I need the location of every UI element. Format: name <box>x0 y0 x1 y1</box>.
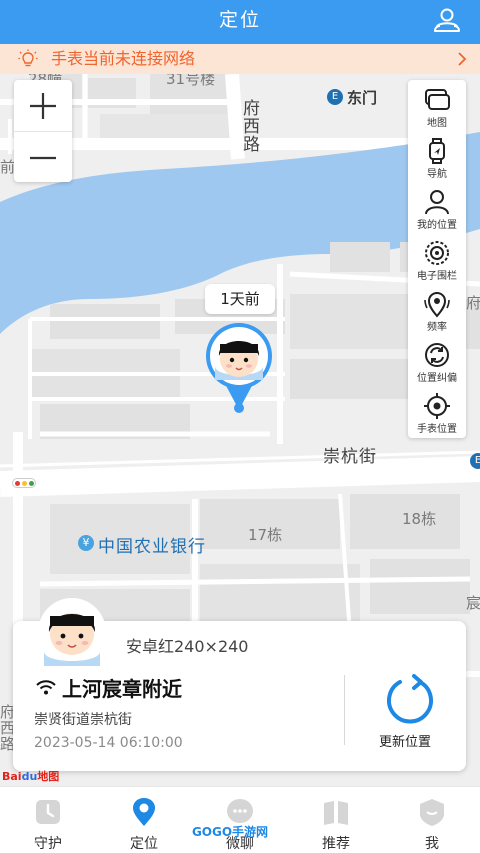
location-street: 崇贤街道崇杭街 <box>34 712 132 728</box>
map-label-building-18: 18栋 <box>402 510 437 528</box>
nav-item-me[interactable]: 我 <box>384 787 480 853</box>
user-location-icon[interactable] <box>432 7 462 35</box>
plus-icon <box>30 93 56 119</box>
nav-label: 定位 <box>130 836 158 852</box>
metro-icon: E <box>327 89 343 105</box>
nav-label: 推荐 <box>322 836 350 852</box>
tool-label: 我的位置 <box>417 220 457 231</box>
refresh-icon[interactable] <box>384 674 436 726</box>
zoom-in-button[interactable] <box>14 80 72 131</box>
profile-icon <box>420 799 444 826</box>
map-label-chen: 宸 <box>466 594 480 612</box>
map-label-fuxi-road-side: 府西路 <box>0 703 16 753</box>
tool-my-location[interactable]: 我的位置 <box>408 182 466 233</box>
bank-icon: ¥ <box>78 535 94 551</box>
map-layers-icon <box>425 89 450 110</box>
app-header: 定位 <box>0 0 480 44</box>
nav-item-guard[interactable]: 守护 <box>0 787 96 853</box>
traffic-light-icon <box>12 478 36 488</box>
map-label-fu: 府 <box>466 294 480 312</box>
network-warning-banner[interactable]: 手表当前未连接网络 <box>0 44 480 74</box>
site-watermark: GOGO手游网 <box>191 825 269 839</box>
map-label-chonghang-street: 崇杭街 <box>323 447 377 467</box>
tool-location-correction[interactable]: 位置纠偏 <box>408 335 466 386</box>
page-title: 定位 <box>218 9 261 31</box>
metro-icon: E <box>470 453 480 469</box>
location-timestamp: 2023-05-14 06:10:00 <box>34 735 183 751</box>
tool-label: 导航 <box>427 169 447 180</box>
location-place: 上河宸章附近 <box>62 677 182 701</box>
location-pin-icon <box>133 798 155 826</box>
tool-geofence[interactable]: 电子围栏 <box>408 233 466 284</box>
recommend-icon <box>324 801 348 825</box>
frequency-pin-icon <box>424 291 450 318</box>
map-label-qian: 前 <box>0 158 16 176</box>
my-location-person-icon <box>425 190 449 215</box>
location-correction-icon <box>425 343 449 367</box>
zoom-out-button[interactable] <box>14 131 72 182</box>
tool-label: 手表位置 <box>417 424 457 435</box>
refresh-location-button[interactable]: 更新位置 <box>379 731 431 750</box>
tool-label: 地图 <box>427 118 447 129</box>
chevron-right-icon <box>458 52 467 66</box>
map-label-agri-bank: 中国农业银行 <box>98 537 206 557</box>
lightbulb-icon <box>18 49 38 67</box>
tool-label: 频率 <box>427 322 447 333</box>
tool-frequency[interactable]: 频率 <box>408 284 466 335</box>
tool-label: 位置纠偏 <box>417 373 457 384</box>
tool-watch-location[interactable]: 手表位置 <box>408 386 466 437</box>
geofence-icon <box>425 241 449 265</box>
navigation-watch-icon <box>429 138 445 164</box>
minus-icon <box>30 156 56 160</box>
marker-time-bubble: 1天前 <box>205 284 275 314</box>
device-name: 安卓红240×240 <box>126 637 249 656</box>
map-toolbar: 地图 导航 我的位置 电子围栏 频率 位置纠偏 手表位置 <box>408 80 466 438</box>
zoom-control <box>14 80 72 182</box>
watch-location-crosshair-icon <box>424 393 450 419</box>
map-label-fuxi-road: 府西路 <box>243 99 261 155</box>
baidu-map-logo: Baidu地图 <box>2 770 60 783</box>
wifi-icon <box>36 680 56 695</box>
nav-item-location[interactable]: 定位 <box>96 787 192 853</box>
tool-label: 电子围栏 <box>417 271 457 282</box>
child-location-marker[interactable] <box>203 322 275 414</box>
banner-text: 手表当前未连接网络 <box>51 49 196 68</box>
tool-map[interactable]: 地图 <box>408 80 466 131</box>
map-label-building-31: 31号楼 <box>166 74 216 88</box>
tool-navigation[interactable]: 导航 <box>408 131 466 182</box>
nav-label: 守护 <box>34 836 62 852</box>
child-avatar <box>38 598 106 666</box>
guard-icon <box>36 800 60 824</box>
map-label-building-17: 17栋 <box>248 526 283 544</box>
card-divider <box>344 675 345 745</box>
map-label-east-gate: 东门 <box>347 89 378 107</box>
nav-label: 我 <box>425 836 439 852</box>
nav-item-recommend[interactable]: 推荐 <box>288 787 384 853</box>
